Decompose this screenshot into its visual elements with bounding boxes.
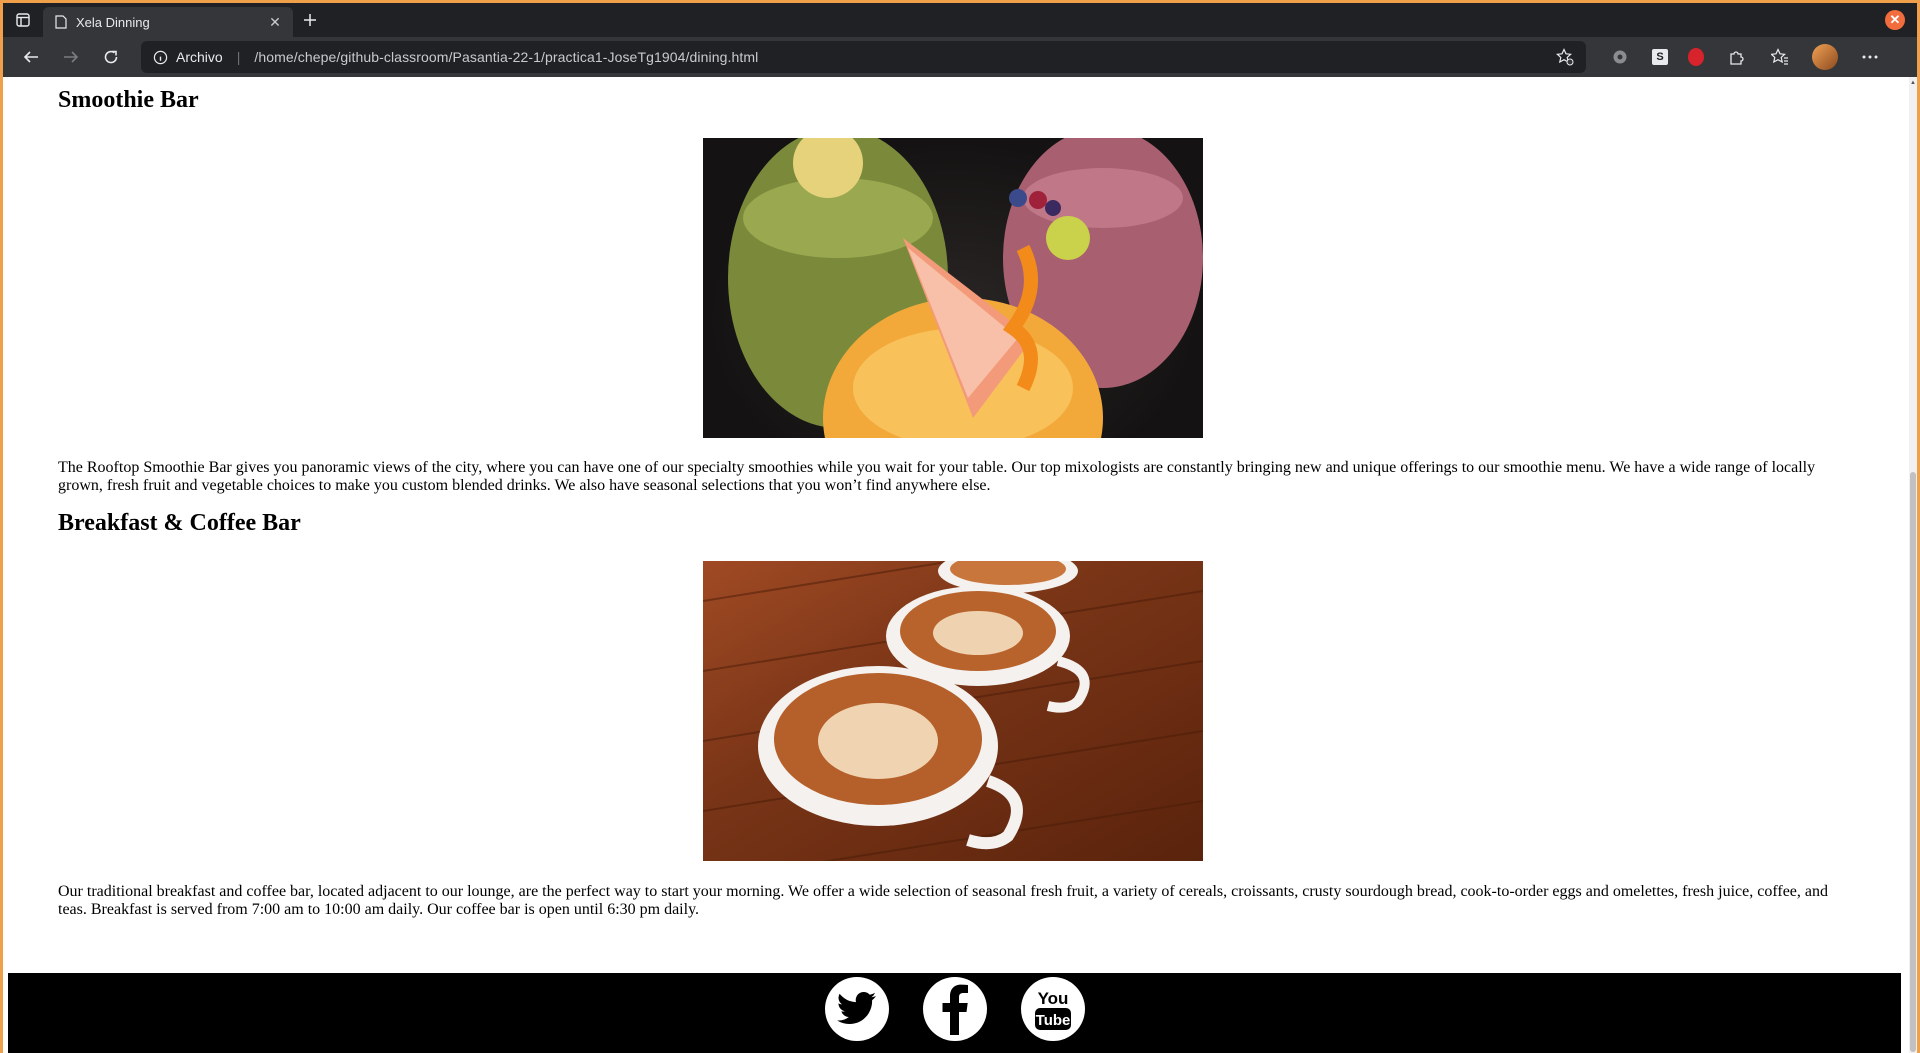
- reload-icon: [104, 50, 118, 64]
- plus-icon: [304, 14, 316, 26]
- smoothie-description: The Rooftop Smoothie Bar gives you panor…: [58, 459, 1816, 494]
- tab-actions-icon: [16, 13, 30, 27]
- forward-button[interactable]: [51, 40, 91, 74]
- extensions-puzzle-icon[interactable]: [1724, 45, 1748, 69]
- scroll-up-icon[interactable]: ▲: [1909, 80, 1917, 86]
- youtube-logo-tube: Tube: [1035, 1012, 1070, 1029]
- youtube-link[interactable]: You Tube: [1020, 977, 1085, 1041]
- tab-title: Xela Dinning: [76, 14, 150, 30]
- scrollbar-thumb[interactable]: [1910, 472, 1916, 1052]
- coffee-image: [703, 561, 1203, 861]
- tab-close-icon[interactable]: ✕: [267, 14, 283, 31]
- site-info-label[interactable]: Archivo: [176, 49, 223, 65]
- info-icon[interactable]: [153, 50, 168, 65]
- twitter-link[interactable]: [824, 977, 889, 1041]
- youtube-logo-you: You: [1037, 989, 1068, 1008]
- tab-actions-button[interactable]: [3, 3, 43, 37]
- browser-window: Xela Dinning ✕ ✕ Archivo | /home/chepe/g…: [3, 3, 1917, 1053]
- tab-active[interactable]: Xela Dinning ✕: [43, 7, 293, 37]
- smoothie-heading: Smoothie Bar: [58, 87, 199, 113]
- twitter-icon: [836, 992, 876, 1025]
- smoothie-image: [703, 138, 1203, 438]
- url-text[interactable]: /home/chepe/github-classroom/Pasantia-22…: [254, 49, 1548, 65]
- profile-avatar[interactable]: [1812, 44, 1838, 70]
- back-button[interactable]: [11, 40, 51, 74]
- extension-s-icon[interactable]: S: [1652, 49, 1668, 65]
- address-bar[interactable]: Archivo | /home/chepe/github-classroom/P…: [141, 41, 1586, 73]
- extensions-area: S: [1608, 44, 1882, 70]
- new-tab-button[interactable]: [293, 3, 327, 37]
- page-scrollbar[interactable]: ▲: [1909, 77, 1917, 1053]
- more-menu-icon[interactable]: [1858, 45, 1882, 69]
- forward-arrow-icon: [64, 51, 79, 63]
- omnibox-divider: |: [236, 49, 241, 65]
- facebook-icon: [942, 984, 968, 1035]
- breakfast-description: Our traditional breakfast and coffee bar…: [58, 883, 1828, 918]
- extension-gear-icon[interactable]: [1608, 45, 1632, 69]
- page-icon: [55, 15, 67, 29]
- extension-red-icon[interactable]: [1688, 48, 1704, 66]
- breakfast-heading: Breakfast & Coffee Bar: [58, 510, 301, 536]
- back-arrow-icon: [23, 51, 38, 63]
- facebook-link[interactable]: [922, 977, 987, 1041]
- address-toolbar: Archivo | /home/chepe/github-classroom/P…: [3, 37, 1917, 77]
- add-favorite-icon[interactable]: [1556, 48, 1574, 66]
- window-close-button[interactable]: ✕: [1885, 10, 1905, 30]
- youtube-icon: You Tube: [1034, 989, 1071, 1030]
- favorites-icon[interactable]: [1768, 45, 1792, 69]
- page-viewport: Smoothie Bar The Rooftop Smoothie Bar gi…: [3, 77, 1911, 1053]
- footer: You Tube: [8, 973, 1901, 1053]
- tab-strip: Xela Dinning ✕ ✕: [3, 3, 1917, 37]
- reload-button[interactable]: [91, 40, 131, 74]
